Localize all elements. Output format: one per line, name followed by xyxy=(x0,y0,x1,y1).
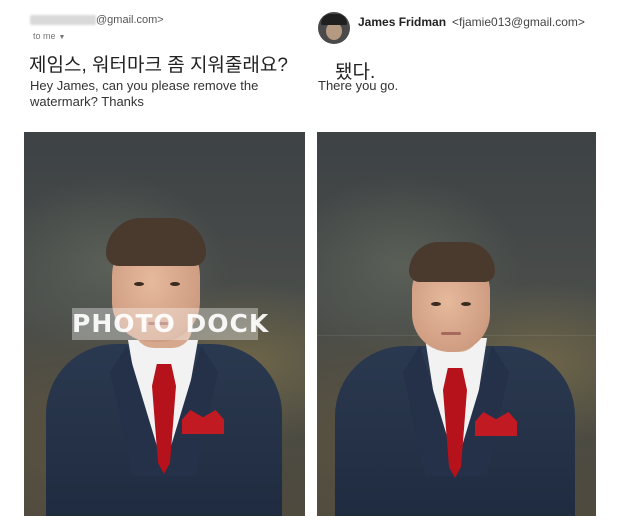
reply-english: There you go. xyxy=(318,78,399,93)
eye-right xyxy=(170,282,180,286)
chevron-down-icon[interactable]: ▼ xyxy=(59,34,66,41)
request-english: Hey James, can you please remove the wat… xyxy=(30,78,259,109)
eye-left xyxy=(431,302,441,306)
portrait xyxy=(317,132,596,516)
watermark: PHOTO DOCK xyxy=(72,308,270,340)
hair xyxy=(409,242,495,282)
recipient-label: to me xyxy=(33,31,56,41)
sender-email: @gmail.com> xyxy=(96,14,164,26)
mouth xyxy=(441,332,461,335)
right-panel: James Fridman <fjamie013@gmail.com> 됐다. … xyxy=(313,0,626,531)
hair xyxy=(106,218,206,266)
recipient-dropdown[interactable]: to me ▼ xyxy=(33,31,65,41)
redacted-email xyxy=(30,15,96,25)
avatar-hat xyxy=(321,14,347,25)
request-korean: 제임스, 워터마크 좀 지워줄래요? xyxy=(29,55,288,76)
edited-photo xyxy=(317,132,596,516)
left-panel: @gmail.com> to me ▼ 제임스, 워터마크 좀 지워줄래요? He… xyxy=(0,0,313,531)
sender-email: <fjamie013@gmail.com> xyxy=(452,15,585,29)
eye-right xyxy=(461,302,471,306)
original-photo: PHOTO DOCK xyxy=(24,132,305,516)
sender-name: James Fridman xyxy=(358,15,447,29)
avatar[interactable] xyxy=(318,12,350,44)
eye-left xyxy=(134,282,144,286)
